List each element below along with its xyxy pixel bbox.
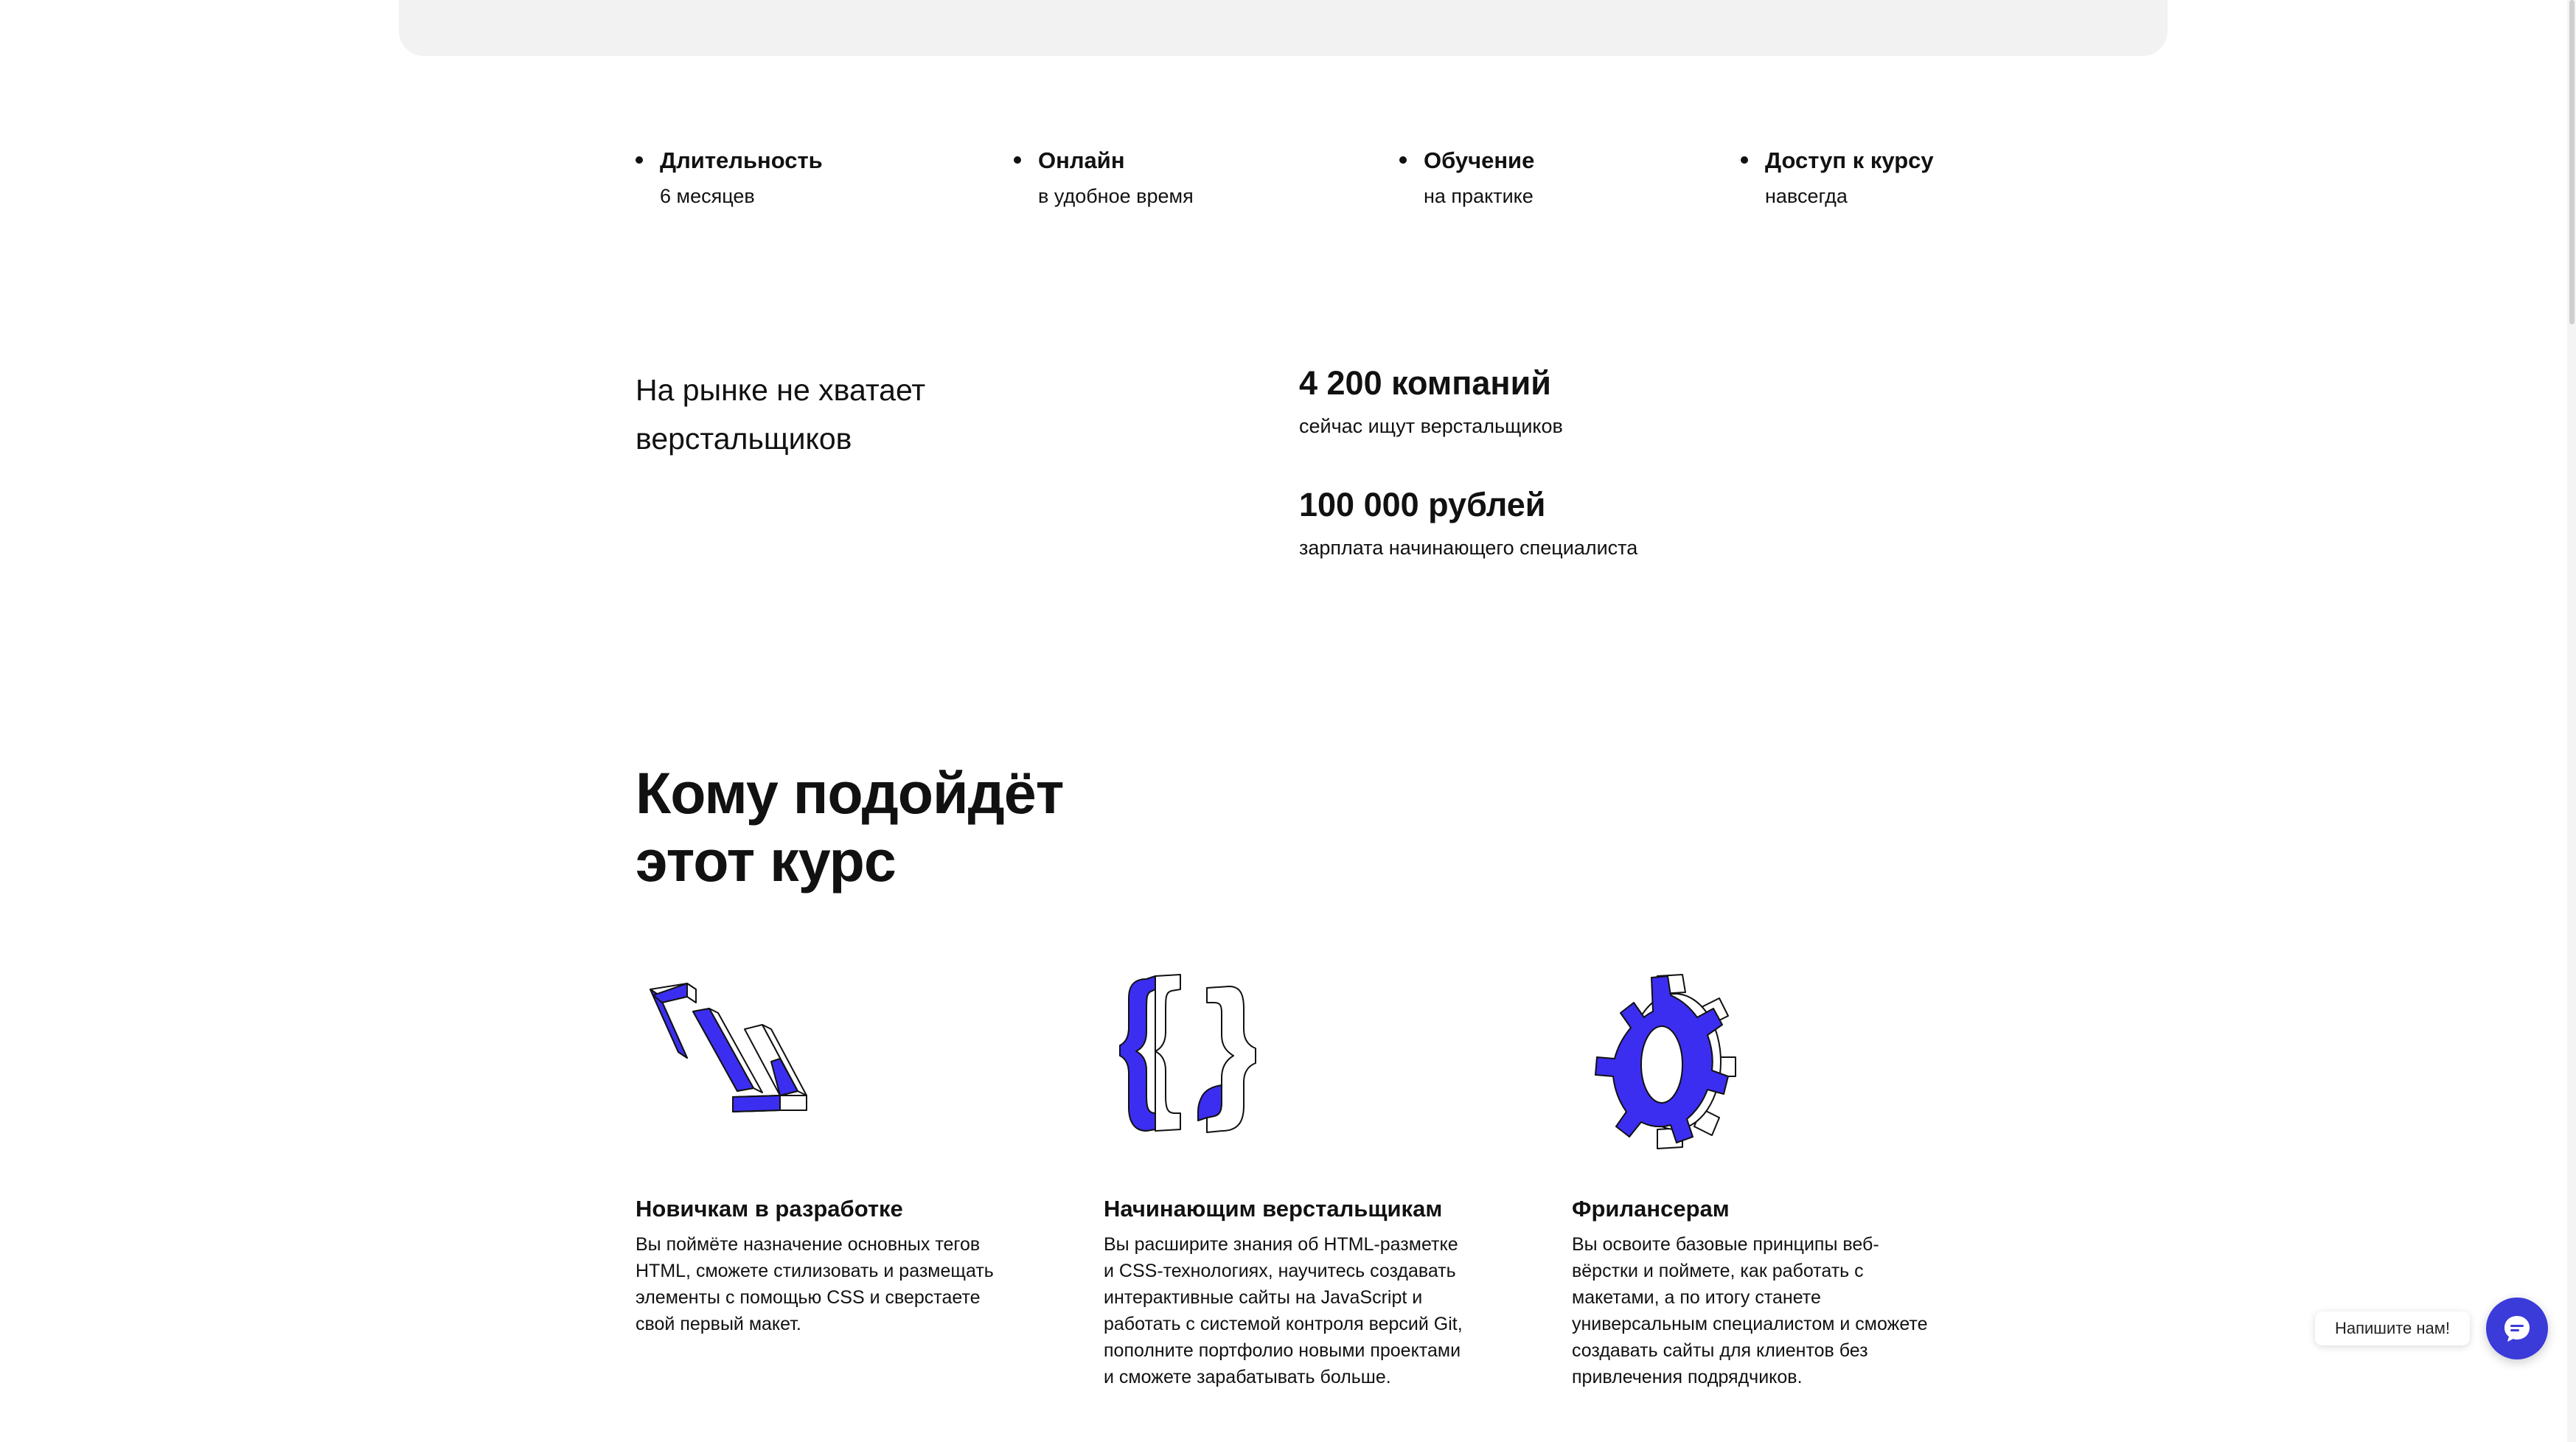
feature-title: Длительность [660, 147, 823, 173]
card-title: Фрилансерам [1572, 1196, 1730, 1222]
feature-subtitle: 6 месяцев [660, 185, 755, 207]
audience-title-line: Кому подойдёт [636, 760, 1064, 826]
bullet [1741, 156, 1748, 164]
audience-title-line: этот курс [636, 828, 897, 894]
bullet [636, 156, 643, 164]
curly-braces-icon [1119, 974, 1256, 1133]
stat-salary: 100 000 рублей зарплата начинающего спец… [1299, 484, 1637, 562]
scrollbar-thumb[interactable] [2569, 0, 2575, 324]
stat-companies: 4 200 компаний сейчас ищут верстальщиков [1299, 363, 1563, 441]
feature-subtitle: навсегда [1765, 185, 1848, 207]
market-title: На рынке не хватает верстальщиков [636, 373, 926, 456]
chat-bubble-icon [2504, 1316, 2530, 1342]
card-title: Новичкам в разработке [636, 1196, 903, 1222]
feature-subtitle: на практике [1424, 185, 1534, 207]
audience-card-beginners: Новичкам в разработке Вы поймёте назначе… [636, 966, 1004, 1337]
chat-label[interactable]: Напишите нам! [2315, 1312, 2470, 1345]
stat-value: 100 000 рублей [1299, 486, 1546, 523]
audience-card-coders: Начинающим верстальщикам Вы расширите зн… [1104, 966, 1472, 1390]
feature-subtitle: в удобное время [1038, 185, 1194, 207]
audience-card-freelancers: Фрилансерам Вы освоите базовые принципы … [1572, 966, 1940, 1390]
page: Длительность 6 месяцев Онлайн в удобное … [0, 0, 2576, 1442]
top-banner [399, 0, 2168, 56]
code-tag-icon [650, 983, 807, 1112]
stat-description: сейчас ищут верстальщиков [1299, 415, 1563, 437]
feature-online: Онлайн в удобное время [1014, 144, 1194, 211]
feature-title: Онлайн [1038, 147, 1125, 173]
feature-title: Обучение [1424, 147, 1535, 173]
chat-button[interactable] [2486, 1298, 2548, 1359]
stat-description: зарплата начинающего специалиста [1299, 537, 1638, 559]
card-description: Вы освоите базовые принципы веб-вёрстки … [1572, 1234, 1928, 1387]
feature-practice: Обучение на практике [1399, 144, 1535, 211]
feature-duration: Длительность 6 месяцев [636, 144, 823, 211]
feature-title: Доступ к курсу [1765, 147, 1934, 173]
card-title: Начинающим верстальщикам [1104, 1196, 1443, 1222]
gear-icon [1595, 974, 1736, 1149]
audience-title: Кому подойдёт этот курс [636, 759, 1225, 895]
feature-access: Доступ к курсу навсегда [1741, 144, 1934, 211]
bullet [1014, 156, 1021, 164]
stat-value: 4 200 компаний [1299, 364, 1551, 402]
card-description: Вы поймёте назначение основных тегов HTM… [636, 1234, 994, 1334]
bullet [1399, 156, 1407, 164]
card-description: Вы расширите знания об HTML-разметке и C… [1104, 1234, 1463, 1387]
